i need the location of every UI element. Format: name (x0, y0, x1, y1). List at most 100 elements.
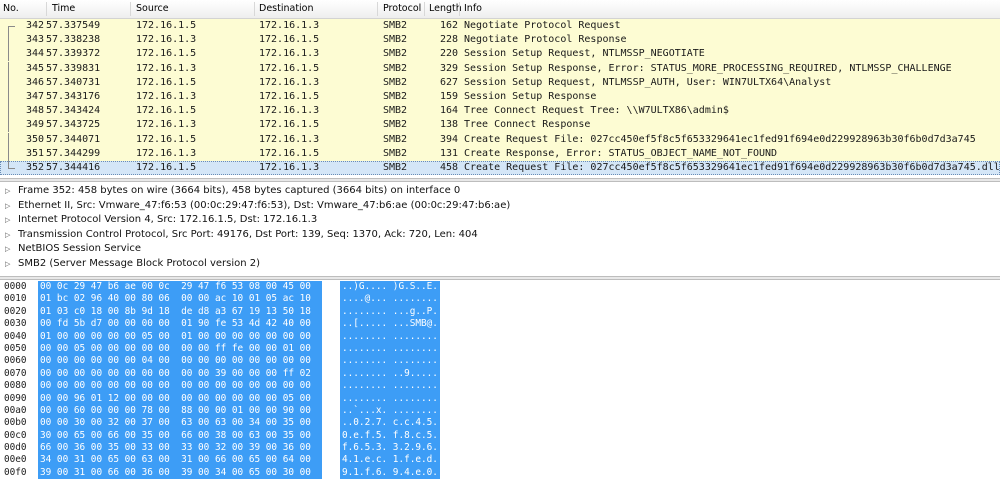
hex-offset: 0050 (4, 342, 27, 354)
hex-bytes[interactable]: 39 00 31 00 66 00 36 00 39 00 34 00 65 0… (38, 466, 322, 480)
cell-protocol: SMB2 (383, 48, 408, 60)
conversation-marker (4, 104, 14, 119)
hex-bytes[interactable]: 00 00 96 01 12 00 00 00 00 00 00 00 00 0… (38, 392, 322, 405)
hex-ascii[interactable]: ........ ...g..P. (340, 305, 440, 319)
cell-length: 329 (439, 62, 458, 74)
hex-bytes[interactable]: 30 00 65 00 66 00 35 00 66 00 38 00 63 0… (38, 429, 322, 443)
hex-row: 0040 01 00 00 00 00 00 05 00 01 00 00 00 … (0, 330, 1000, 343)
hex-offset: 00b0 (4, 417, 27, 429)
expand-triangle-icon[interactable]: ▷ (5, 228, 10, 243)
hex-ascii[interactable]: f.6.5.3. 3.2.9.6. (340, 442, 440, 455)
hex-bytes[interactable]: 01 bc 02 96 40 00 80 06 00 00 ac 10 01 0… (38, 293, 322, 306)
detail-tree-item[interactable]: ▷ Internet Protocol Version 4, Src: 172.1… (0, 213, 1000, 228)
cell-length: 627 (439, 76, 458, 88)
hex-bytes[interactable]: 00 00 00 00 00 00 04 00 00 00 00 00 00 0… (38, 355, 322, 368)
pane-splitter-bottom[interactable] (0, 276, 1000, 280)
packet-row[interactable]: 347 57.343176 172.16.1.3 172.16.1.5 SMB2 159 S… (0, 89, 1000, 105)
hex-bytes[interactable]: 00 00 60 00 00 00 78 00 88 00 00 01 00 0… (38, 404, 322, 418)
detail-tree-item[interactable]: ▷ Transmission Control Protocol, Src Port… (0, 228, 1000, 243)
column-header-info[interactable]: Info (464, 3, 482, 14)
conversation-marker (4, 19, 15, 34)
packet-row[interactable]: 345 57.339831 172.16.1.3 172.16.1.5 SMB2 329 S… (0, 61, 1000, 76)
hex-ascii[interactable]: ........ ..9..... (340, 367, 440, 381)
hex-ascii[interactable]: ........ ........ (340, 355, 440, 368)
cell-length: 458 (439, 161, 458, 173)
packet-list-header: No. Time Source Destination Protocol Len… (0, 0, 1000, 19)
hex-ascii[interactable]: 0.e.f.5. f.8.c.5. (340, 429, 440, 443)
cell-source: 172.16.1.3 (136, 34, 197, 46)
column-header-no[interactable]: No. (3, 3, 19, 14)
detail-tree-item[interactable]: ▷ Ethernet II, Src: Vmware_47:f6:53 (00:0… (0, 199, 1000, 214)
hex-ascii[interactable]: ..0.2.7. c.c.4.5. (340, 417, 440, 430)
hex-bytes[interactable]: 00 fd 5b d7 00 00 00 00 01 90 fe 53 4d 4… (38, 318, 322, 331)
hex-row: 0030 00 fd 5b d7 00 00 00 00 01 90 fe 53 … (0, 318, 1000, 331)
hex-offset: 0010 (4, 293, 27, 305)
hex-offset: 00d0 (4, 442, 27, 454)
hex-offset: 0080 (4, 380, 27, 392)
cell-destination: 172.16.1.5 (259, 90, 320, 102)
hex-ascii[interactable]: 9.1.f.6. 9.4.e.0. (340, 466, 440, 480)
detail-tree-item[interactable]: ▷ NetBIOS Session Service (0, 242, 1000, 257)
cell-info: Create Request File: 027cc450ef5f8c5f653… (464, 133, 976, 145)
hex-bytes[interactable]: 00 00 00 00 00 00 00 00 00 00 39 00 00 0… (38, 367, 322, 381)
hex-bytes[interactable]: 66 00 36 00 35 00 33 00 33 00 32 00 39 0… (38, 442, 322, 455)
cell-no: 352 (25, 161, 44, 173)
cell-destination: 172.16.1.5 (259, 119, 320, 131)
hex-ascii[interactable]: ..[..... ...SMB@. (340, 318, 440, 331)
detail-tree-item[interactable]: ▷ SMB2 (Server Message Block Protocol ver… (0, 257, 1000, 272)
cell-source: 172.16.1.5 (136, 133, 197, 145)
packet-row[interactable]: 342 57.337549 172.16.1.5 172.16.1.3 SMB2 162 N… (0, 19, 1000, 34)
packet-row[interactable]: 344 57.339372 172.16.1.5 172.16.1.3 SMB2 220 S… (0, 47, 1000, 62)
hex-ascii[interactable]: ........ ........ (340, 342, 440, 356)
column-header-destination[interactable]: Destination (259, 3, 314, 14)
cell-protocol: SMB2 (383, 105, 408, 117)
cell-length: 164 (439, 105, 458, 117)
column-header-time[interactable]: Time (52, 3, 75, 14)
conversation-marker (4, 89, 14, 104)
packet-row[interactable]: 350 57.344071 172.16.1.5 172.16.1.3 SMB2 394 C… (0, 132, 1000, 147)
packet-row[interactable]: 349 57.343725 172.16.1.3 172.16.1.5 SMB2 138 T… (0, 118, 1000, 133)
hex-row: 0080 00 00 00 00 00 00 00 00 00 00 00 00 … (0, 380, 1000, 393)
packet-row[interactable]: 343 57.338238 172.16.1.3 172.16.1.5 SMB2 228 N… (0, 33, 1000, 48)
hex-ascii[interactable]: ..)G.... )G.S..E. (340, 281, 440, 294)
expand-triangle-icon[interactable]: ▷ (5, 184, 10, 199)
cell-protocol: SMB2 (383, 119, 408, 131)
hex-bytes[interactable]: 00 00 05 00 00 00 00 00 00 00 ff fe 00 0… (38, 342, 322, 356)
hex-bytes[interactable]: 01 03 c0 18 00 8b 9d 18 de d8 a3 67 19 1… (38, 305, 322, 319)
packet-row[interactable]: 351 57.344299 172.16.1.3 172.16.1.5 SMB2 131 C… (0, 146, 1000, 161)
detail-tree-label: Frame 352: 458 bytes on wire (3664 bits)… (18, 185, 461, 196)
packet-row[interactable]: 352 57.344416 172.16.1.5 172.16.1.3 SMB2 458 C… (0, 160, 1000, 176)
packet-row[interactable]: 348 57.343424 172.16.1.5 172.16.1.3 SMB2 164 T… (0, 104, 1000, 119)
hex-bytes[interactable]: 34 00 31 00 65 00 63 00 31 00 66 00 65 0… (38, 454, 322, 467)
hex-offset: 00c0 (4, 429, 27, 441)
cell-source: 172.16.1.5 (136, 20, 197, 31)
cell-destination: 172.16.1.3 (259, 76, 320, 88)
hex-bytes[interactable]: 00 0c 29 47 b6 ae 00 0c 29 47 f6 53 08 0… (38, 281, 322, 294)
hex-ascii[interactable]: ........ ........ (340, 330, 440, 343)
hex-ascii[interactable]: ....@... ........ (340, 293, 440, 306)
cell-time: 57.343176 (46, 90, 101, 102)
cell-info: Negotiate Protocol Response (464, 34, 627, 46)
detail-tree-item[interactable]: ▷ Frame 352: 458 bytes on wire (3664 bits… (0, 184, 1000, 199)
hex-ascii[interactable]: ........ ........ (340, 392, 440, 405)
expand-triangle-icon[interactable]: ▷ (5, 257, 10, 272)
hex-ascii[interactable]: ........ ........ (340, 380, 440, 393)
hex-bytes[interactable]: 01 00 00 00 00 00 05 00 01 00 00 00 00 0… (38, 330, 322, 343)
column-header-length[interactable]: Length (429, 3, 462, 14)
expand-triangle-icon[interactable]: ▷ (5, 213, 10, 228)
pane-splitter-top[interactable] (0, 178, 1000, 182)
hex-bytes[interactable]: 00 00 30 00 32 00 37 00 63 00 63 00 34 0… (38, 417, 322, 430)
expand-triangle-icon[interactable]: ▷ (5, 242, 10, 257)
column-header-source[interactable]: Source (136, 3, 169, 14)
conversation-marker (4, 61, 14, 76)
cell-info: Create Response, Error: STATUS_OBJECT_NA… (464, 147, 778, 159)
hex-offset: 0020 (4, 305, 27, 317)
packet-row[interactable]: 346 57.340731 172.16.1.5 172.16.1.3 SMB2 627 S… (0, 75, 1000, 90)
hex-bytes[interactable]: 00 00 00 00 00 00 00 00 00 00 00 00 00 0… (38, 380, 322, 393)
cell-time: 57.340731 (46, 76, 101, 88)
hex-ascii[interactable]: 4.1.e.c. 1.f.e.d. (340, 454, 440, 467)
column-header-protocol[interactable]: Protocol (383, 3, 421, 14)
cell-destination: 172.16.1.3 (259, 161, 320, 173)
expand-triangle-icon[interactable]: ▷ (5, 199, 10, 214)
hex-ascii[interactable]: ..`...x. ........ (340, 404, 440, 418)
